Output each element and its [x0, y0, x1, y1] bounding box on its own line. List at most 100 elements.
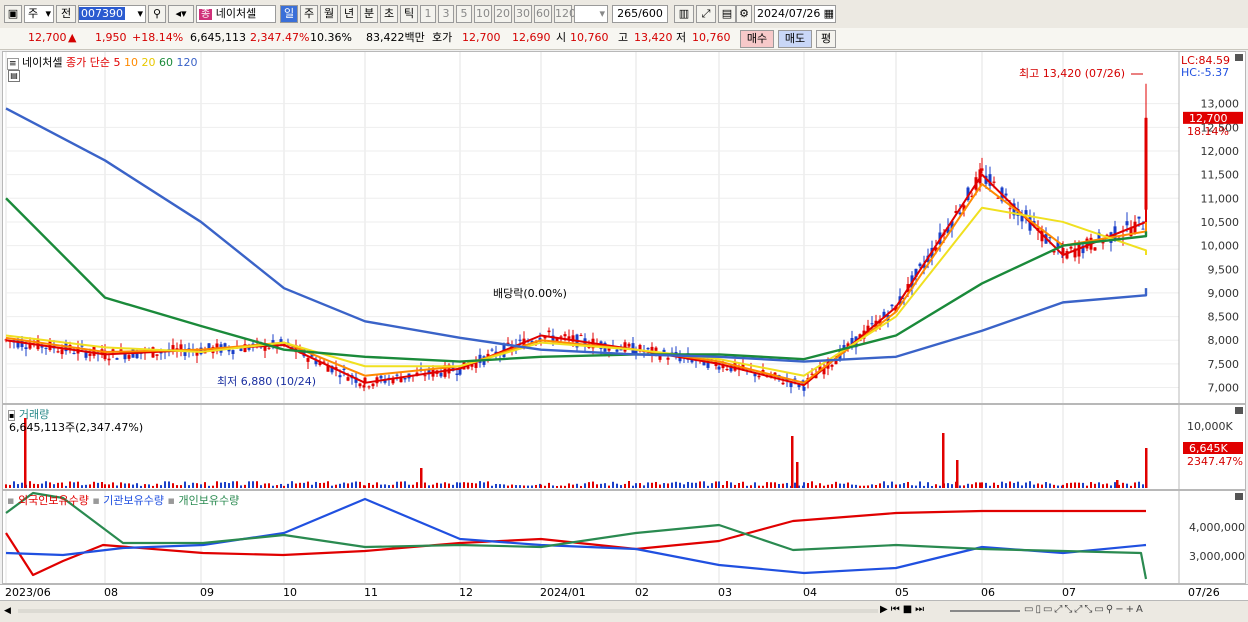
tool-icon[interactable]: ▭	[1043, 604, 1054, 615]
draw-line-icon[interactable]: ⤢	[696, 5, 716, 23]
candle-body	[439, 372, 443, 377]
market-select[interactable]: 주 ▾	[24, 5, 54, 23]
volume-bar	[683, 484, 685, 488]
volume-bar	[919, 481, 921, 488]
candle-body	[306, 358, 310, 362]
interval-60-button[interactable]: 60	[534, 5, 552, 23]
period-year-button[interactable]: 년	[340, 5, 358, 23]
interval-3-button[interactable]: 3	[438, 5, 454, 23]
tool-icon[interactable]: ⤢	[1054, 604, 1064, 615]
legend-marker-icon: ▪	[7, 494, 15, 507]
zoom-slider[interactable]	[950, 610, 1020, 612]
stop-icon[interactable]: ■	[903, 604, 915, 615]
period-second-button[interactable]: 초	[380, 5, 398, 23]
volume-bar	[343, 482, 345, 488]
volume-bar	[807, 482, 809, 488]
volume-bar	[1066, 483, 1068, 488]
minus-icon[interactable]: −	[1115, 604, 1125, 615]
volume-bar	[456, 482, 458, 488]
date-field[interactable]: 2024/07/26 ▦	[754, 5, 836, 23]
volume-bar	[887, 485, 889, 488]
speaker-icon[interactable]: ◂▾	[168, 5, 194, 23]
candle-icon[interactable]: ▥	[674, 5, 694, 23]
period-tick-button[interactable]: 틱	[400, 5, 418, 23]
prev-button[interactable]: 전	[56, 5, 76, 23]
volume-bar	[252, 481, 254, 488]
volume-bar	[863, 485, 865, 488]
volume-bar	[319, 483, 321, 488]
scroll-right-icon[interactable]: ▶	[880, 604, 891, 615]
tool-icon[interactable]: ⤡	[1064, 604, 1074, 615]
interval-10-button[interactable]: 10	[474, 5, 492, 23]
tool-icon[interactable]: ▭	[1094, 604, 1105, 615]
prev-page-icon[interactable]: ⏮	[891, 604, 903, 615]
next-page-icon[interactable]: ⏭	[915, 604, 927, 615]
volume-bar	[380, 484, 382, 488]
tool-icon[interactable]: ▭	[1024, 604, 1035, 615]
legend-checkbox-icon[interactable]: ≡	[7, 58, 19, 70]
volume-bar	[815, 485, 817, 488]
interval-30-button[interactable]: 30	[514, 5, 532, 23]
volume-bar	[1025, 482, 1027, 488]
zoom-in-icon[interactable]: ⚲	[1106, 604, 1115, 615]
panel-toggle-icon[interactable]: ▤	[8, 70, 20, 82]
volume-bar	[208, 485, 210, 488]
volume-bar	[212, 485, 214, 488]
price-chart[interactable]: 7,000 7,500 8,000 8,500 9,000 9,500 10,000 10,5…	[3, 52, 1245, 403]
plus-icon[interactable]: +	[1126, 604, 1136, 615]
scroll-left-icon[interactable]: ◀	[4, 604, 16, 618]
layout-icon[interactable]: ▣	[4, 5, 22, 23]
period-week-button[interactable]: 주	[300, 5, 318, 23]
count-max: /600	[638, 7, 663, 20]
buy-button[interactable]: 매수	[740, 30, 774, 48]
volume-bar	[89, 484, 91, 488]
sell-button[interactable]: 매도	[778, 30, 812, 48]
volume-bar	[1062, 484, 1064, 488]
count-field[interactable]: 265/600	[612, 5, 668, 23]
volume-bar	[584, 483, 586, 488]
volume-bar	[479, 481, 481, 488]
interval-5-button[interactable]: 5	[456, 5, 472, 23]
volume-bar	[531, 485, 533, 488]
volume-bar	[85, 484, 87, 488]
period-day-button[interactable]: 일	[280, 5, 298, 23]
volume-bar	[604, 483, 606, 488]
volume-bar	[635, 483, 637, 488]
candle-body	[346, 377, 350, 381]
volume-bar	[335, 484, 337, 488]
candle-body	[559, 336, 563, 338]
horizontal-scrollbar[interactable]	[18, 609, 878, 613]
stock-code-value: 007390	[79, 7, 125, 20]
interval-20-button[interactable]: 20	[494, 5, 512, 23]
ask-price: 12,700	[462, 31, 501, 44]
volume-chart[interactable]: 10,000K 6,645K2347.47%	[3, 405, 1245, 489]
gear-icon[interactable]: ⚙	[736, 5, 752, 23]
volume-bar	[295, 483, 297, 488]
candle-body	[24, 347, 28, 350]
tool-icon[interactable]: ⤢	[1074, 604, 1084, 615]
volume-bar	[495, 483, 497, 488]
tool-icon[interactable]: ⤡	[1084, 604, 1094, 615]
volume-bar	[116, 485, 118, 488]
tool-icon[interactable]: ▯	[1035, 604, 1043, 615]
period-minute-button[interactable]: 분	[360, 5, 378, 23]
price-panel: 7,000 7,500 8,000 8,500 9,000 9,500 10,000 10,5…	[2, 51, 1246, 404]
save-icon[interactable]: ▤	[718, 5, 736, 23]
legend-marker-icon: ▪	[92, 494, 100, 507]
volume-bar	[935, 484, 937, 488]
volume-bar	[428, 485, 430, 488]
stock-name-field[interactable]: 종 네이처셀	[196, 5, 276, 23]
x-end-label: 07/26	[1188, 586, 1220, 599]
interval-1-button[interactable]: 1	[420, 5, 436, 23]
stock-code-input[interactable]: 007390 ▾	[78, 5, 146, 23]
interval-custom-select[interactable]: ▾	[574, 5, 608, 23]
search-icon[interactable]: ⚲	[148, 5, 166, 23]
interval-120-button[interactable]: 120	[554, 5, 576, 23]
eval-button[interactable]: 평	[816, 30, 836, 48]
volume-bar	[515, 485, 517, 488]
volume-bar	[655, 481, 657, 488]
candle-body	[338, 375, 342, 378]
text-tool-icon[interactable]: A	[1136, 604, 1145, 615]
candle-body	[547, 330, 551, 333]
period-month-button[interactable]: 월	[320, 5, 338, 23]
